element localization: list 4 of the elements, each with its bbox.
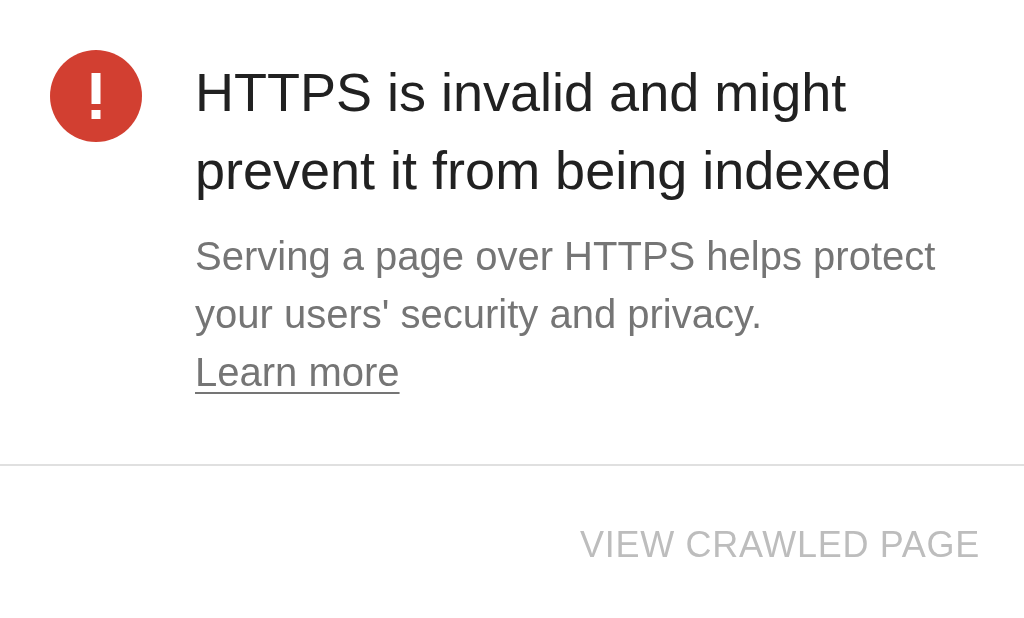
learn-more-link[interactable]: Learn more xyxy=(195,343,400,401)
issue-description: Serving a page over HTTPS helps protect your users' security and privacy. xyxy=(195,233,937,338)
issue-title: HTTPS is invalid and might prevent it from being indexed xyxy=(195,61,893,202)
error-icon xyxy=(50,50,142,142)
